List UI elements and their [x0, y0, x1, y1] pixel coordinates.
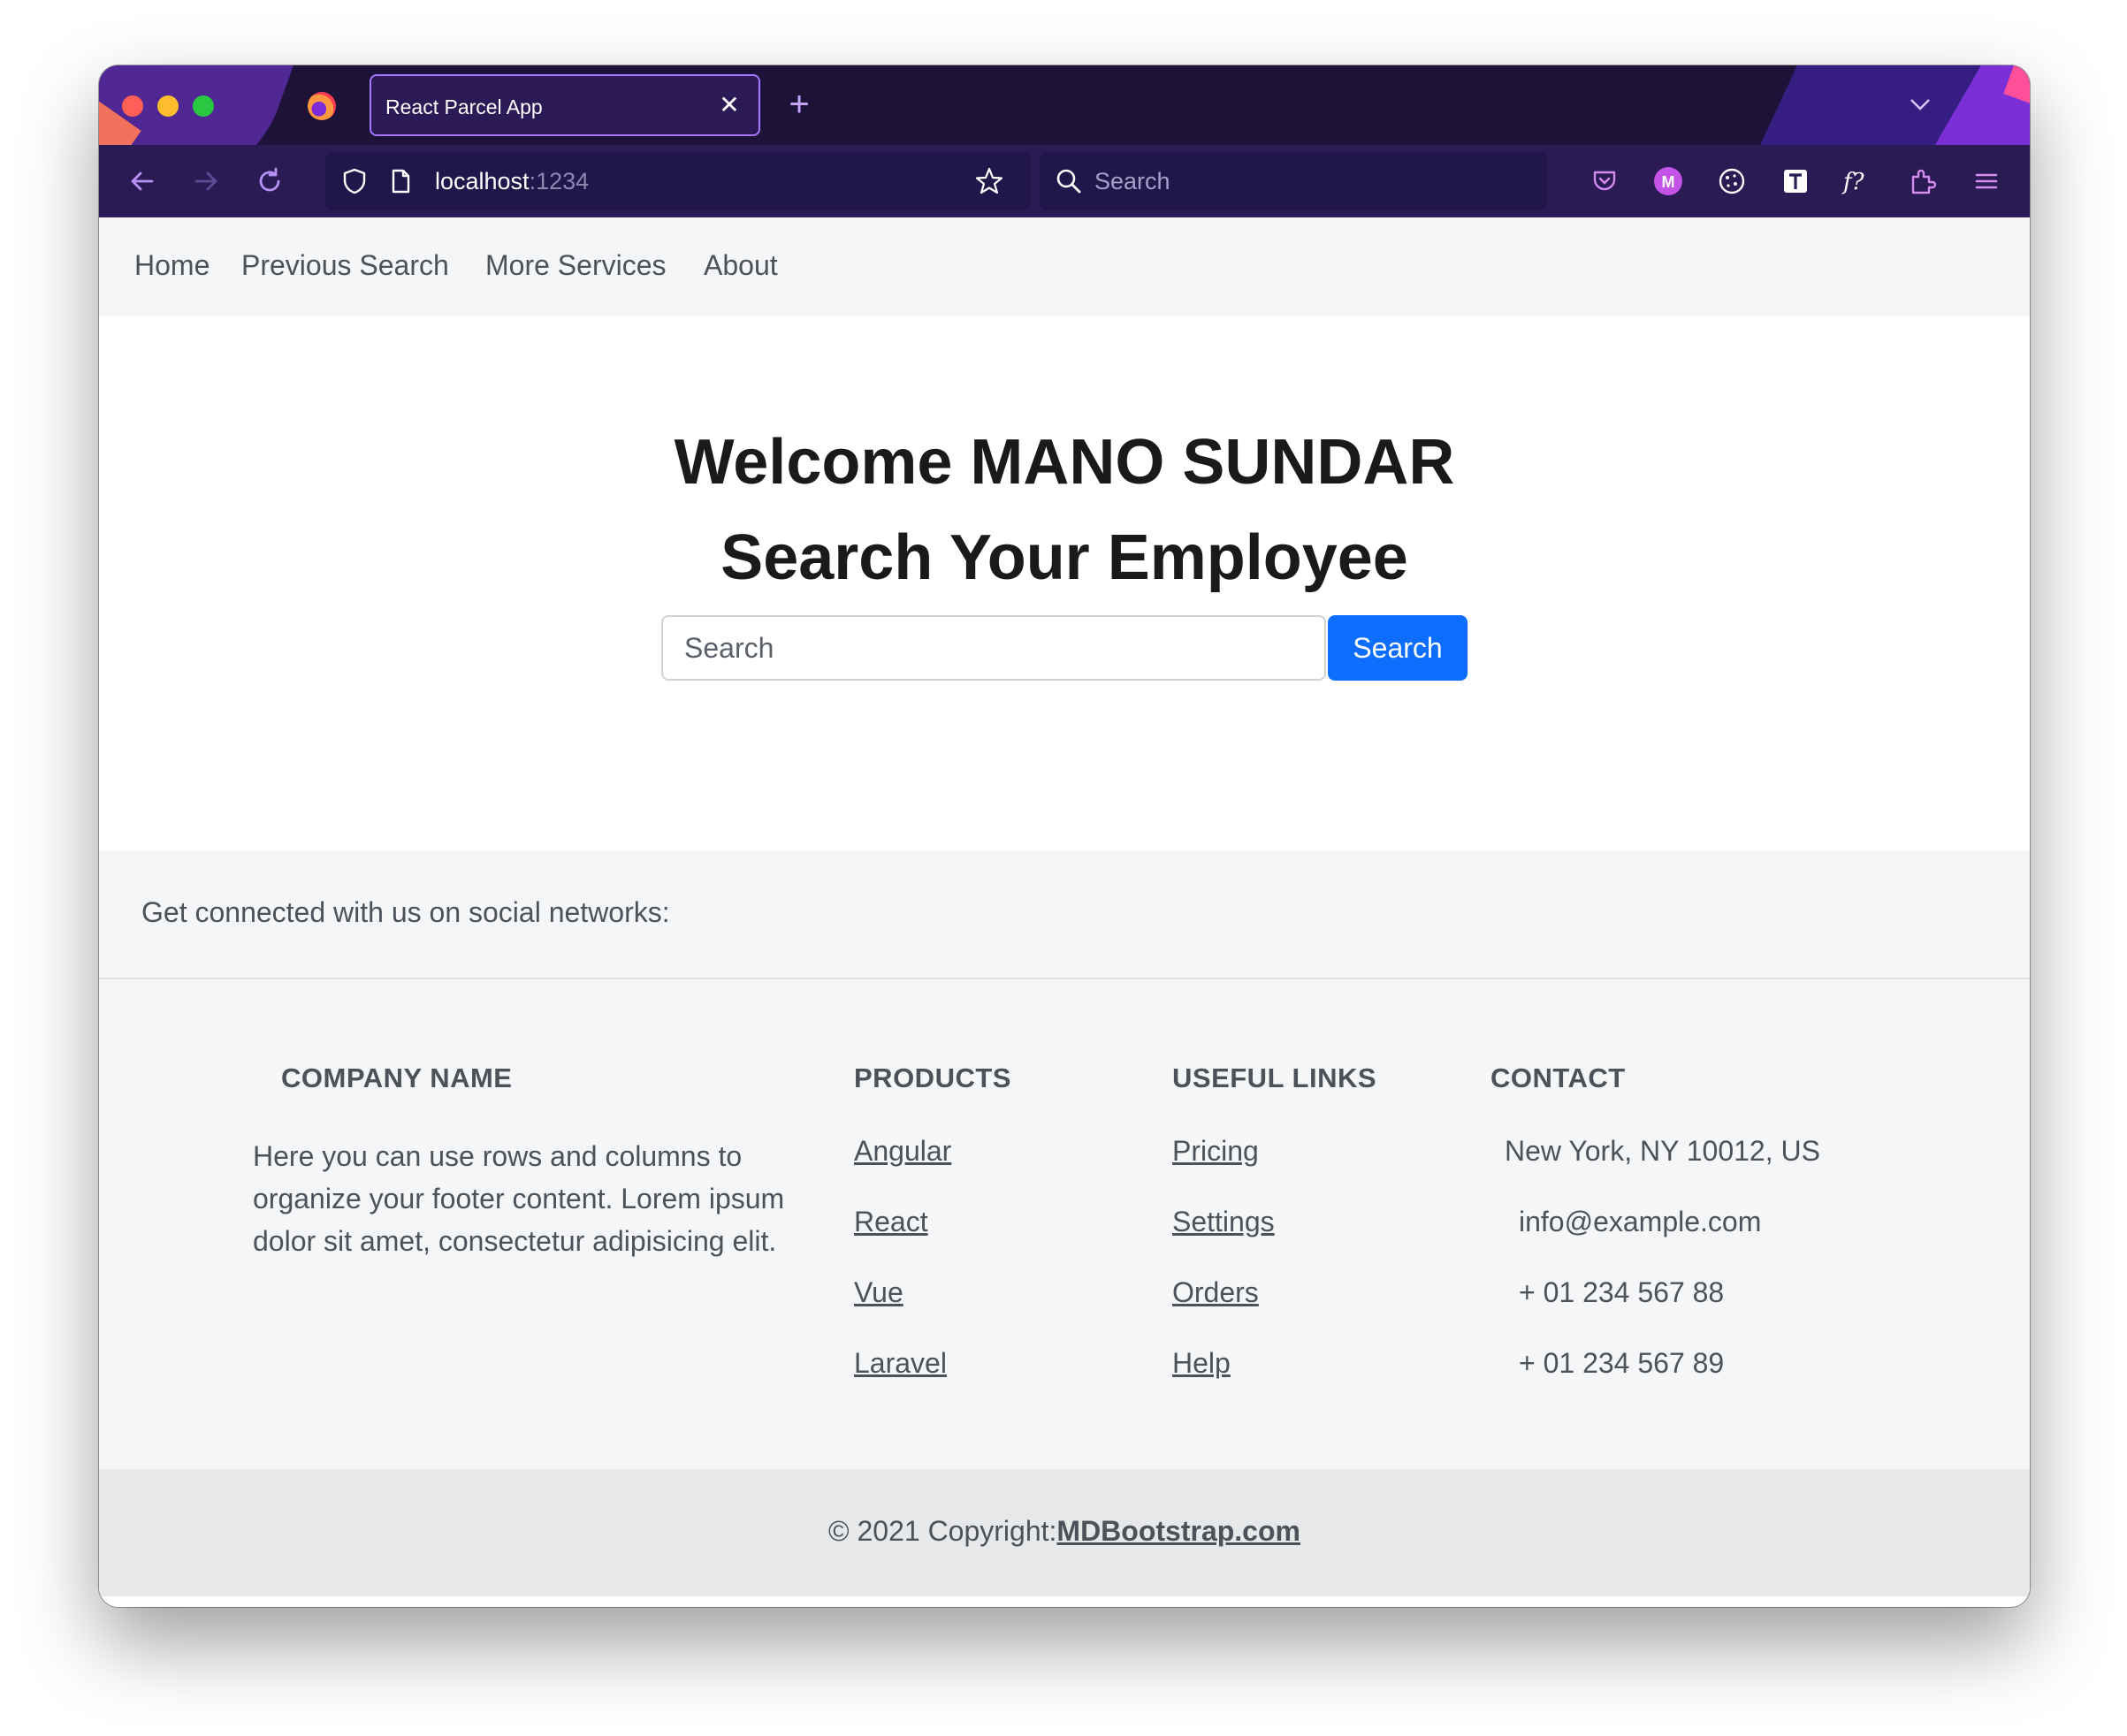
url-port: :1234	[529, 168, 590, 194]
search-icon	[1050, 163, 1087, 200]
useful-link-pricing[interactable]: Pricing	[1172, 1135, 1259, 1168]
social-networks-text: Get connected with us on social networks…	[141, 896, 670, 928]
star-bookmark-icon[interactable]	[971, 163, 1008, 200]
shield-icon[interactable]	[336, 163, 373, 200]
tab-bar: React Parcel App ✕ +	[99, 65, 2030, 145]
nav-about[interactable]: About	[704, 249, 778, 282]
back-arrow-icon[interactable]	[124, 163, 161, 200]
chevron-down-icon[interactable]	[1902, 87, 1938, 122]
browser-window: React Parcel App ✕ + localhost:1234 Sear…	[99, 65, 2030, 1607]
navigation-toolbar: localhost:1234 Search M f?	[99, 145, 2030, 217]
footer: Get connected with us on social networks…	[99, 850, 2030, 1469]
search-button[interactable]: Search	[1328, 615, 1468, 681]
contact-email: info@example.com	[1519, 1206, 1762, 1237]
nav-previous-search[interactable]: Previous Search	[241, 249, 449, 282]
copyright-bar: © 2021 Copyright:MDBootstrap.com	[99, 1469, 2030, 1596]
browser-search-placeholder: Search	[1094, 168, 1170, 194]
web-page: Home Previous Search More Services About…	[99, 217, 2030, 1607]
firefox-view-icon[interactable]	[308, 92, 336, 120]
cookie-icon[interactable]	[1713, 163, 1750, 200]
useful-link-help[interactable]: Help	[1172, 1347, 1231, 1380]
site-navbar: Home Previous Search More Services About	[99, 217, 2030, 316]
product-link-react[interactable]: React	[854, 1206, 928, 1238]
url-text: localhost:1234	[435, 168, 589, 195]
text-extension-icon[interactable]	[1777, 163, 1814, 200]
contact-heading: CONTACT	[1490, 1062, 1626, 1093]
account-avatar-icon[interactable]: M	[1650, 163, 1687, 200]
company-name-heading: COMPANY NAME	[281, 1062, 513, 1093]
product-link-laravel[interactable]: Laravel	[854, 1347, 947, 1380]
employee-search-input[interactable]	[661, 615, 1326, 681]
reload-icon[interactable]	[251, 163, 288, 200]
contact-phone: + 01 234 567 88	[1519, 1276, 1725, 1308]
nav-home[interactable]: Home	[134, 249, 210, 282]
url-host: localhost	[435, 168, 530, 194]
extensions-puzzle-icon[interactable]	[1904, 163, 1941, 200]
contact-fax: + 01 234 567 89	[1519, 1347, 1725, 1379]
font-finder-icon[interactable]: f?	[1841, 163, 1878, 200]
pocket-icon[interactable]	[1586, 163, 1623, 200]
copyright-text: © 2021 Copyright:MDBootstrap.com	[99, 1515, 2030, 1548]
url-bar[interactable]: localhost:1234	[325, 152, 1031, 210]
search-heading: Search Your Employee	[720, 522, 1408, 593]
product-link-vue[interactable]: Vue	[854, 1276, 903, 1309]
welcome-heading: Welcome MANO SUNDAR	[674, 427, 1455, 498]
new-tab-button[interactable]: +	[780, 85, 819, 124]
useful-links-heading: USEFUL LINKS	[1172, 1062, 1377, 1093]
browser-search-bar[interactable]: Search	[1040, 152, 1547, 210]
hamburger-menu-icon[interactable]	[1968, 163, 2005, 200]
products-heading: PRODUCTS	[854, 1062, 1011, 1093]
copyright-link[interactable]: MDBootstrap.com	[1056, 1515, 1300, 1547]
forward-arrow-icon[interactable]	[187, 163, 225, 200]
useful-link-orders[interactable]: Orders	[1172, 1276, 1259, 1309]
maximize-window-button[interactable]	[193, 95, 214, 117]
nav-more-services[interactable]: More Services	[485, 249, 667, 282]
product-link-angular[interactable]: Angular	[854, 1135, 951, 1168]
copyright-prefix: © 2021 Copyright:	[828, 1515, 1057, 1547]
svg-text:f?: f?	[1841, 169, 1865, 195]
minimize-window-button[interactable]	[157, 95, 179, 117]
tab-react-parcel-app[interactable]: React Parcel App ✕	[370, 74, 760, 136]
tab-close-icon[interactable]: ✕	[713, 88, 746, 122]
close-window-button[interactable]	[122, 95, 143, 117]
svg-text:M: M	[1662, 173, 1675, 191]
company-description: Here you can use rows and columns to org…	[253, 1140, 785, 1257]
useful-link-settings[interactable]: Settings	[1172, 1206, 1275, 1238]
tab-title: React Parcel App	[385, 95, 543, 118]
page-icon	[382, 163, 419, 200]
contact-address: New York, NY 10012, US	[1505, 1135, 1820, 1167]
footer-divider	[99, 978, 2030, 979]
